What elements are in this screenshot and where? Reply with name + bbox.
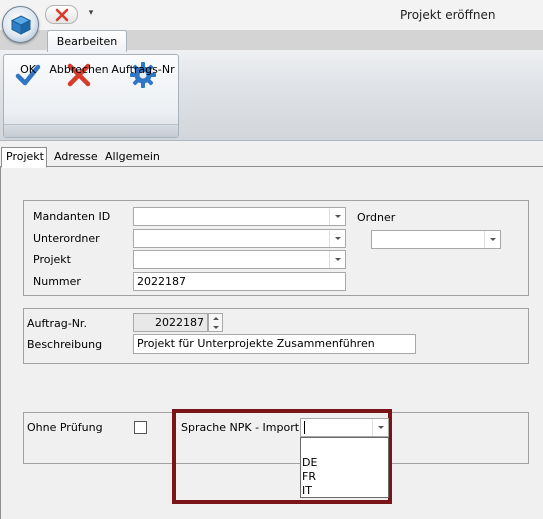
cancel-button[interactable]: Abbrechen xyxy=(49,60,109,90)
auftrag-nr-spinner[interactable] xyxy=(208,313,223,332)
ok-button[interactable]: OK xyxy=(8,60,48,90)
ordner-label: Ordner xyxy=(357,211,396,224)
beschreibung-field[interactable]: Projekt für Unterprojekte Zusammenführen xyxy=(133,334,416,354)
tab-projekt[interactable]: Projekt xyxy=(1,147,47,168)
chevron-down-icon[interactable] xyxy=(329,208,345,225)
spin-up-icon[interactable] xyxy=(209,314,222,322)
sprache-dropdown-list: DE FR IT xyxy=(300,437,389,498)
tab-adresse[interactable]: Adresse xyxy=(50,148,102,167)
chevron-down-icon[interactable] xyxy=(372,419,388,436)
nummer-label: Nummer xyxy=(33,275,81,288)
dropdown-option-it[interactable]: IT xyxy=(302,484,312,497)
window-title: Projekt eröffnen xyxy=(400,8,496,22)
ribbon-group-footer xyxy=(4,124,178,137)
ribbon-tab-bearbeiten[interactable]: Bearbeiten xyxy=(47,30,127,52)
close-x-icon xyxy=(55,8,68,21)
sprache-npk-label: Sprache NPK - Import xyxy=(181,421,300,434)
auftrags-nr-button-label: Auftrags-Nr xyxy=(111,63,175,76)
application-menu-button[interactable] xyxy=(2,6,39,43)
text-caret xyxy=(304,421,305,434)
cube-icon xyxy=(10,14,31,35)
cancel-button-label: Abbrechen xyxy=(49,63,109,76)
ok-button-label: OK xyxy=(20,63,36,76)
quick-access-customize-icon[interactable]: ▾ xyxy=(86,6,96,20)
content-tab-strip: Projekt Adresse Allgemein xyxy=(0,145,543,168)
unterordner-label: Unterordner xyxy=(33,232,100,245)
chevron-down-icon[interactable] xyxy=(329,251,345,268)
spin-down-icon[interactable] xyxy=(209,323,222,331)
chevron-down-icon[interactable] xyxy=(484,231,500,248)
tab-allgemein[interactable]: Allgemein xyxy=(101,148,164,167)
chevron-down-icon[interactable] xyxy=(329,230,345,247)
nummer-field[interactable]: 2022187 xyxy=(133,272,346,291)
ohne-pruefung-checkbox[interactable] xyxy=(134,421,147,434)
mandanten-label: Mandanten ID xyxy=(33,210,111,223)
dropdown-option-de[interactable]: DE xyxy=(302,456,317,469)
sprache-npk-combo[interactable] xyxy=(300,418,389,437)
ordner-combo[interactable] xyxy=(371,230,501,249)
auftrag-nr-field[interactable]: 2022187 xyxy=(133,313,208,332)
unterordner-combo[interactable] xyxy=(133,229,346,248)
dropdown-option-fr[interactable]: FR xyxy=(302,470,316,483)
auftrag-nr-label: Auftrag-Nr. xyxy=(27,317,87,330)
projekt-combo[interactable] xyxy=(133,250,346,269)
mandanten-combo[interactable] xyxy=(133,207,346,226)
quick-access-close-button[interactable] xyxy=(45,5,78,24)
projekt-label: Projekt xyxy=(33,253,71,266)
beschreibung-label: Beschreibung xyxy=(27,338,103,351)
auftrags-nr-button[interactable]: Auftrags-Nr xyxy=(110,60,176,90)
ohne-pruefung-label: Ohne Prüfung xyxy=(27,421,103,434)
